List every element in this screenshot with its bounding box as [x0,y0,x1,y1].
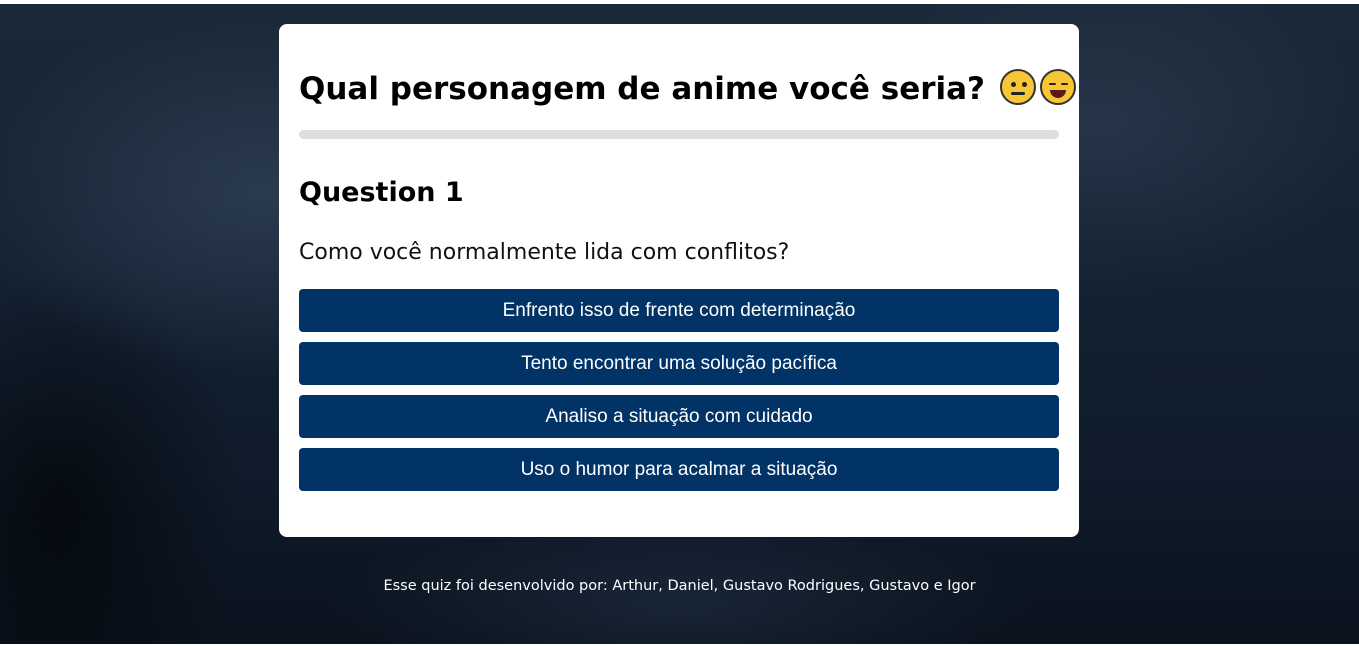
quiz-title: Qual personagem de anime você seria? [299,24,1076,110]
answer-button-3[interactable]: Analiso a situação com cuidado [299,395,1059,438]
answer-button-1[interactable]: Enfrento isso de frente com determinação [299,289,1059,332]
quiz-card: Qual personagem de anime você seria? Que… [279,24,1079,537]
quiz-title-text: Qual personagem de anime você seria? [299,71,986,107]
question-number: Question 1 [299,177,464,208]
laughing-face-icon [1039,69,1076,105]
answer-button-4[interactable]: Uso o humor para acalmar a situação [299,448,1059,491]
answer-list: Enfrento isso de frente com determinação… [299,289,1059,491]
question-text: Como você normalmente lida com conflitos… [299,240,790,265]
progress-bar [299,130,1059,139]
footer-credits: Esse quiz foi desenvolvido por: Arthur, … [383,578,976,594]
answer-button-2[interactable]: Tento encontrar uma solução pacífica [299,342,1059,385]
thinking-face-icon [999,69,1036,105]
